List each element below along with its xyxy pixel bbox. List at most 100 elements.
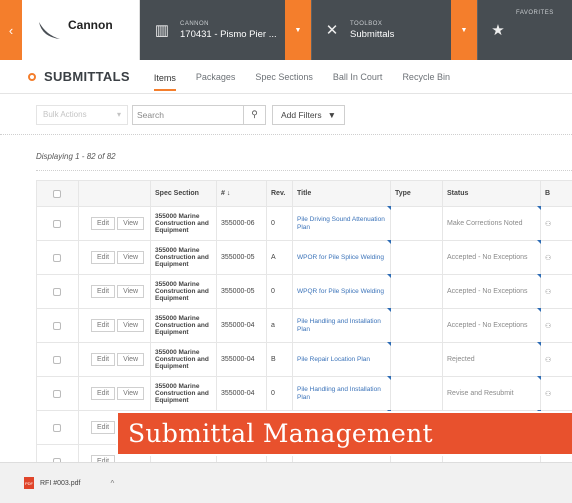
project-selector[interactable]: ▥ CANNON 170431 - Pismo Pier ... ▼ xyxy=(140,0,312,60)
select-all-cell[interactable] xyxy=(36,180,79,207)
tab-recycle-bin[interactable]: Recycle Bin xyxy=(402,62,450,92)
column-header-actions xyxy=(78,180,151,207)
project-name: 170431 - Pismo Pier ... xyxy=(180,28,277,40)
tool-header: SUBMITTALS Items Packages Spec Sections … xyxy=(0,60,572,94)
tab-items[interactable]: Items xyxy=(153,63,176,91)
title-cell: Pile Handling and Installation Plan xyxy=(292,308,392,343)
table-row[interactable]: Edit View 355000 Marine Construction and… xyxy=(36,206,572,241)
toolbox-selector[interactable]: ✕ TOOLBOX Submittals ▼ xyxy=(312,0,478,60)
row-checkbox[interactable] xyxy=(53,355,61,364)
table-row[interactable]: Edit View 355000 Marine Construction and… xyxy=(36,308,572,343)
ball-in-court-cell: ⚇ xyxy=(540,308,572,343)
row-select-cell[interactable] xyxy=(36,206,79,241)
bulk-actions-select[interactable]: Bulk Actions ▾ xyxy=(36,104,128,125)
add-filters-button[interactable]: Add Filters ▼ xyxy=(272,104,346,125)
toolbox-dropdown-button[interactable]: ▼ xyxy=(451,0,477,60)
title-link[interactable]: Pile Handling and Installation Plan xyxy=(297,318,381,333)
spec-section-cell: 355000 Marine Construction and Equipment xyxy=(150,206,217,241)
column-header-rev[interactable]: Rev. xyxy=(266,180,293,207)
tab-packages[interactable]: Packages xyxy=(196,62,236,92)
favorites-menu[interactable]: ★ FAVORITES xyxy=(478,0,572,60)
column-header-status[interactable]: Status xyxy=(442,180,541,207)
edit-button[interactable]: Edit xyxy=(91,319,116,332)
back-arrow-button[interactable]: ‹ xyxy=(0,0,22,60)
view-button[interactable]: View xyxy=(117,217,145,230)
person-icon: ⚇ xyxy=(545,288,552,296)
ball-in-court-cell: ⚇ xyxy=(540,274,572,309)
edit-button[interactable]: Edit xyxy=(91,251,116,264)
column-header-number[interactable]: # ↓ xyxy=(216,180,267,207)
spec-section-text: 355000 Marine Construction and Equipment xyxy=(155,247,209,268)
table-row[interactable]: Edit View 355000 Marine Construction and… xyxy=(36,274,572,309)
title-link[interactable]: Pile Handling and Installation Plan xyxy=(297,386,381,401)
view-button[interactable]: View xyxy=(117,319,145,332)
pdf-file-icon: PDF xyxy=(24,477,34,489)
chevron-up-icon[interactable]: ^ xyxy=(110,479,114,488)
row-checkbox[interactable] xyxy=(53,287,61,296)
search-input[interactable]: Search xyxy=(132,104,244,125)
result-count: Displaying 1 - 82 of 82 xyxy=(36,152,116,161)
number-cell: 355000-04 xyxy=(216,308,267,343)
type-cell xyxy=(390,376,443,411)
column-header-ball-in-court[interactable]: B xyxy=(540,180,572,207)
download-filename[interactable]: RFI #003.pdf xyxy=(40,480,80,487)
row-select-cell[interactable] xyxy=(36,376,79,411)
table-row[interactable]: Edit View 355000 Marine Construction and… xyxy=(36,240,572,275)
edit-button[interactable]: Edit xyxy=(91,353,116,366)
column-header-title[interactable]: Title xyxy=(292,180,391,207)
row-checkbox[interactable] xyxy=(53,321,61,330)
type-cell xyxy=(390,274,443,309)
row-checkbox[interactable] xyxy=(53,389,61,398)
tab-ball-in-court[interactable]: Ball In Court xyxy=(333,62,383,92)
spec-section-cell: 355000 Marine Construction and Equipment xyxy=(150,376,217,411)
view-button[interactable]: View xyxy=(117,387,145,400)
project-dropdown-button[interactable]: ▼ xyxy=(285,0,311,60)
rev-cell: 0 xyxy=(266,274,293,309)
rev-cell: 0 xyxy=(266,206,293,241)
column-header-type[interactable]: Type xyxy=(390,180,443,207)
title-cell: Pile Handling and Installation Plan xyxy=(292,376,392,411)
row-checkbox[interactable] xyxy=(53,219,61,228)
row-select-cell[interactable] xyxy=(36,240,79,275)
title-link[interactable]: Pile Repair Location Plan xyxy=(297,356,370,363)
row-select-cell[interactable] xyxy=(36,410,79,445)
title-link[interactable]: WPQR for Pile Splice Welding xyxy=(297,288,384,295)
row-checkbox[interactable] xyxy=(53,423,61,432)
edit-button[interactable]: Edit xyxy=(91,421,116,434)
column-header-spec-section[interactable]: Spec Section xyxy=(150,180,217,207)
edit-button[interactable]: Edit xyxy=(91,217,116,230)
view-button[interactable]: View xyxy=(117,285,145,298)
title-link[interactable]: Pile Driving Sound Attenuation Plan xyxy=(297,216,385,231)
row-checkbox[interactable] xyxy=(53,253,61,262)
status-cell: Rejected xyxy=(442,342,542,377)
title-cell: WPOR for Pile Splice Welding xyxy=(292,240,392,275)
table-row[interactable]: Edit View 355000 Marine Construction and… xyxy=(36,376,572,411)
row-actions-cell: Edit View xyxy=(78,342,151,377)
number-cell: 355000-04 xyxy=(216,342,267,377)
view-button[interactable]: View xyxy=(117,353,145,366)
top-navigation: ‹ Cannon ▥ CANNON 170431 - Pismo Pier ..… xyxy=(0,0,572,60)
number-cell: 355000-05 xyxy=(216,240,267,275)
caret-down-icon: ▼ xyxy=(327,109,337,120)
tab-spec-sections[interactable]: Spec Sections xyxy=(255,62,313,92)
row-select-cell[interactable] xyxy=(36,308,79,343)
edit-button[interactable]: Edit xyxy=(91,285,116,298)
row-select-cell[interactable] xyxy=(36,342,79,377)
chevron-down-icon: ▾ xyxy=(116,110,121,119)
title-link[interactable]: WPOR for Pile Splice Welding xyxy=(297,254,384,261)
spec-section-cell: 355000 Marine Construction and Equipment xyxy=(150,342,217,377)
title-cell: Pile Repair Location Plan xyxy=(292,342,392,377)
toolbox-kicker: TOOLBOX xyxy=(350,20,383,27)
edit-button[interactable]: Edit xyxy=(91,387,116,400)
favorites-kicker: FAVORITES xyxy=(516,10,554,16)
rev-cell: a xyxy=(266,308,293,343)
table-row[interactable]: Edit View 355000 Marine Construction and… xyxy=(36,342,572,377)
view-button[interactable]: View xyxy=(117,251,145,264)
select-all-checkbox[interactable] xyxy=(53,189,61,198)
row-select-cell[interactable] xyxy=(36,274,79,309)
number-cell: 355000-06 xyxy=(216,206,267,241)
row-actions-cell: Edit View xyxy=(78,240,151,275)
company-logo[interactable]: Cannon xyxy=(22,0,140,60)
star-icon: ★ xyxy=(491,22,505,39)
search-button[interactable]: ⚲ xyxy=(244,104,266,125)
